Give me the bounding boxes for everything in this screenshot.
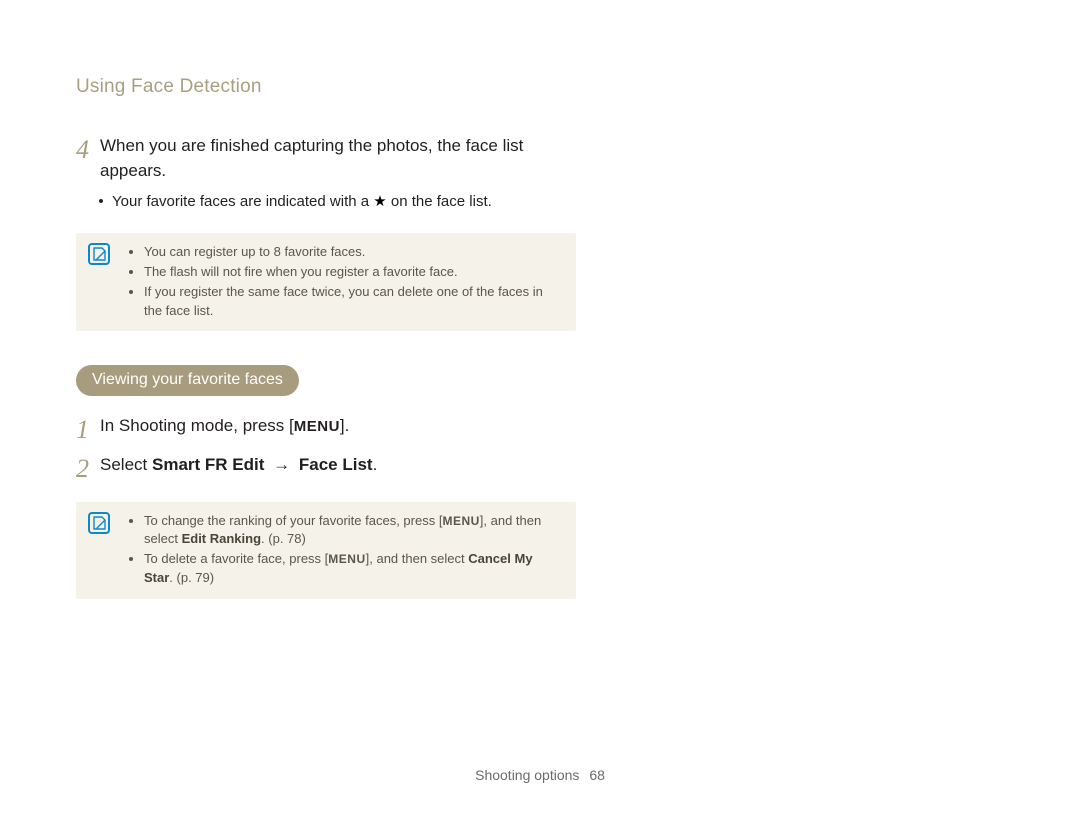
smart-fr-edit-label: Smart FR Edit [152,455,264,474]
step-body: When you are finished capturing the phot… [100,134,576,215]
section-heading-wrap: Viewing your favorite faces [76,365,576,414]
menu-label: MENU [442,514,479,528]
n2i2-mid: ], and then select [366,551,469,566]
step-body: Select Smart FR Edit → Face List. [100,453,576,478]
face-list-label: Face List [299,455,373,474]
menu-label: MENU [294,418,340,435]
section-pill: Viewing your favorite faces [76,365,299,396]
right-arrow-icon: → [273,453,290,478]
step1-pre: In Shooting mode, press [ [100,416,294,435]
manual-page: Using Face Detection 4 When you are fini… [0,0,1080,815]
step-number: 4 [76,134,100,165]
edit-ranking-label: Edit Ranking [182,531,261,546]
step-number: 2 [76,453,100,484]
step2-post: . [373,455,378,474]
note-list: You can register up to 8 favorite faces.… [128,243,562,320]
star-icon: ★ [373,191,386,213]
page-footer: Shooting options 68 [0,767,1080,783]
n2i2-post: . (p. 79) [169,570,214,585]
step-body: In Shooting mode, press [MENU]. [100,414,576,439]
step1-post: ]. [340,416,349,435]
n2i2-pre: To delete a favorite face, press [ [144,551,328,566]
page-header: Using Face Detection [76,76,1020,98]
note-box-1: You can register up to 8 favorite faces.… [76,233,576,331]
note-list: To change the ranking of your favorite f… [128,512,562,588]
note-item: To change the ranking of your favorite f… [144,512,562,550]
n2i1-pre: To change the ranking of your favorite f… [144,513,442,528]
bullet-pre: Your favorite faces are indicated with a [112,193,373,210]
bullet-post: on the face list. [391,193,492,210]
n2i1-post: . (p. 78) [261,531,306,546]
step-2: 2 Select Smart FR Edit → Face List. [76,453,576,484]
step2-pre: Select [100,455,152,474]
note-item: To delete a favorite face, press [MENU],… [144,550,562,588]
note-icon [88,512,110,534]
footer-section: Shooting options [475,767,579,783]
left-column: 4 When you are finished capturing the ph… [76,134,576,599]
note-item: If you register the same face twice, you… [144,283,562,321]
step-number: 1 [76,414,100,445]
note-box-2: To change the ranking of your favorite f… [76,502,576,599]
step-text: When you are finished capturing the phot… [100,136,523,180]
note-item: You can register up to 8 favorite faces. [144,243,562,262]
step-sub-bullets: Your favorite faces are indicated with a… [100,191,576,213]
sub-bullet: Your favorite faces are indicated with a… [112,191,576,213]
note-item: The flash will not fire when you registe… [144,263,562,282]
page-number: 68 [589,767,605,783]
step-4: 4 When you are finished capturing the ph… [76,134,576,215]
note-icon [88,243,110,265]
menu-label: MENU [328,552,365,566]
step-1: 1 In Shooting mode, press [MENU]. [76,414,576,445]
